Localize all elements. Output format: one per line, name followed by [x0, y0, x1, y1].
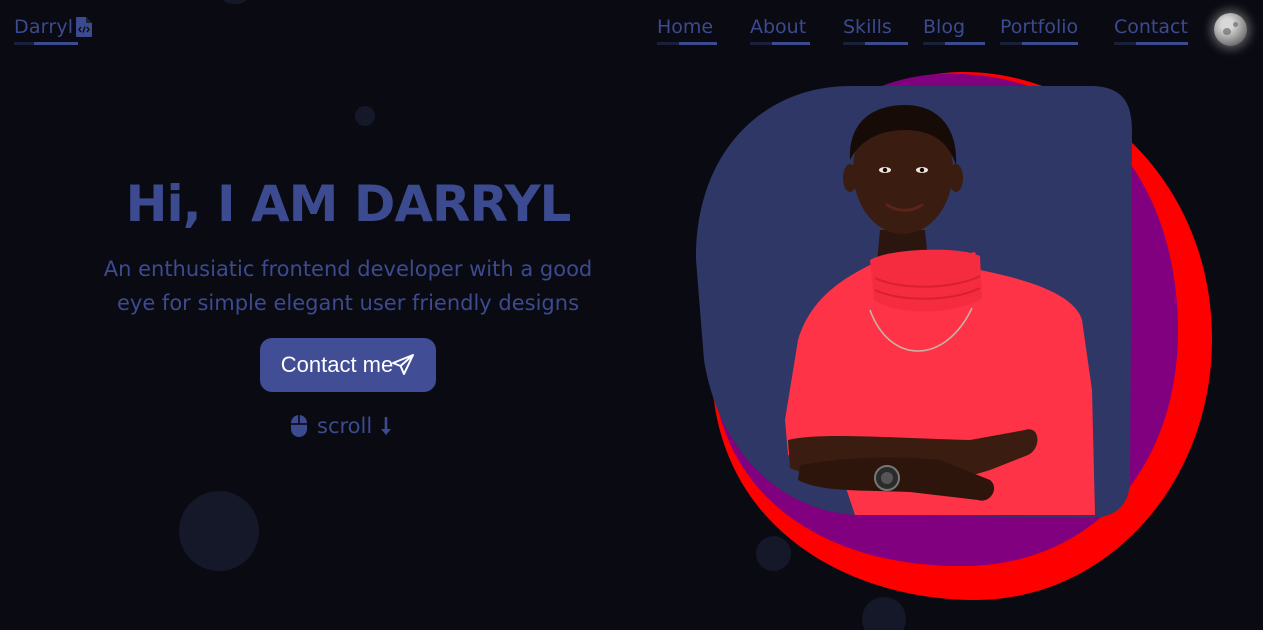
nav-underline: [843, 42, 908, 45]
mouse-icon: [290, 414, 308, 438]
nav-underline: [657, 42, 718, 45]
logo-text: Darryl: [14, 16, 74, 38]
hero-subtitle-line-1: An enthusiatic frontend developer with a…: [103, 257, 593, 281]
contact-me-button[interactable]: Contact me: [260, 338, 436, 392]
decorative-bubble: [179, 491, 259, 571]
hero-subtitle: An enthusiatic frontend developer with a…: [78, 252, 618, 320]
nav-about-label: About: [750, 16, 807, 38]
logo-underline: [14, 42, 78, 45]
nav-about[interactable]: About: [750, 16, 811, 45]
nav-underline: [1000, 42, 1079, 45]
nav-underline: [750, 42, 811, 45]
scroll-label: scroll: [317, 414, 373, 438]
hero-title: Hi, I AM DARRYL: [125, 175, 572, 233]
scroll-down-link[interactable]: scroll: [290, 414, 393, 438]
decorative-bubble: [355, 106, 375, 126]
main-nav: Home About Skills Blog Portfolio Contact: [657, 16, 1263, 48]
nav-contact-label: Contact: [1114, 16, 1188, 38]
paper-plane-icon: [391, 353, 415, 377]
nav-home[interactable]: Home: [657, 16, 718, 45]
arrow-down-icon: [379, 414, 393, 438]
contact-me-label: Contact me: [280, 352, 394, 377]
nav-blog[interactable]: Blog: [923, 16, 985, 45]
hero-subtitle-line-2: eye for simple elegant user friendly des…: [116, 291, 580, 315]
code-file-icon: [75, 16, 93, 38]
moon-icon[interactable]: [1214, 13, 1247, 46]
site-logo[interactable]: Darryl: [14, 16, 93, 38]
nav-home-label: Home: [657, 16, 714, 38]
nav-portfolio[interactable]: Portfolio: [1000, 16, 1079, 45]
nav-contact[interactable]: Contact: [1114, 16, 1188, 45]
decorative-bubble: [222, 0, 248, 4]
nav-skills-label: Skills: [843, 16, 892, 38]
nav-skills[interactable]: Skills: [843, 16, 908, 45]
nav-underline: [923, 42, 985, 45]
profile-portrait: [695, 71, 1213, 601]
nav-blog-label: Blog: [923, 16, 965, 38]
nav-portfolio-label: Portfolio: [1000, 16, 1079, 38]
portfolio-page: Darryl Home About Skills Blog Portfolio …: [0, 0, 1263, 630]
nav-underline: [1114, 42, 1188, 45]
